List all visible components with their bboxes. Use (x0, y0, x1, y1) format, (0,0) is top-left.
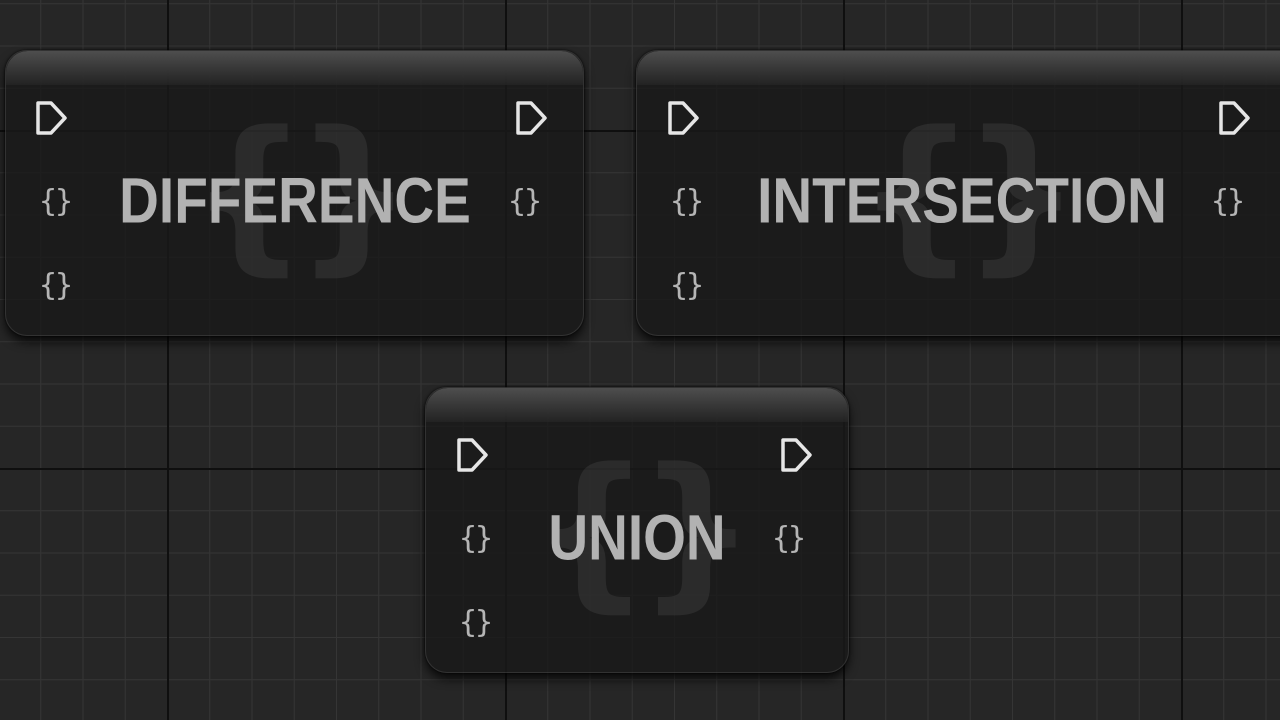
graph-canvas[interactable]: {} DIFFERENCE {} {} {} {} INTERSECTION {… (0, 0, 1280, 720)
node-title: UNION (548, 501, 726, 574)
struct-input-pin-icon[interactable]: {} (670, 187, 704, 217)
exec-in-pin-icon[interactable] (34, 99, 68, 137)
struct-input-pin-icon[interactable]: {} (670, 271, 704, 301)
exec-in-pin-icon[interactable] (455, 436, 489, 474)
exec-out-pin-icon[interactable] (779, 436, 813, 474)
struct-output-pin-icon[interactable]: {} (1211, 187, 1245, 217)
struct-input-pin-icon[interactable]: {} (459, 608, 493, 638)
struct-input-pin-icon[interactable]: {} (459, 524, 493, 554)
node-title: INTERSECTION (757, 164, 1167, 237)
difference-node[interactable]: {} DIFFERENCE {} {} {} (5, 50, 584, 336)
exec-out-pin-icon[interactable] (514, 99, 548, 137)
exec-out-pin-icon[interactable] (1217, 99, 1251, 137)
exec-in-pin-icon[interactable] (666, 99, 700, 137)
node-header (6, 51, 583, 85)
node-header (426, 388, 848, 422)
node-title: DIFFERENCE (118, 164, 471, 237)
struct-input-pin-icon[interactable]: {} (39, 187, 73, 217)
struct-input-pin-icon[interactable]: {} (39, 271, 73, 301)
struct-output-pin-icon[interactable]: {} (508, 187, 542, 217)
node-header (637, 51, 1280, 85)
intersection-node[interactable]: {} INTERSECTION {} {} {} (636, 50, 1280, 336)
union-node[interactable]: {} UNION {} {} {} (425, 387, 849, 673)
struct-output-pin-icon[interactable]: {} (772, 524, 806, 554)
